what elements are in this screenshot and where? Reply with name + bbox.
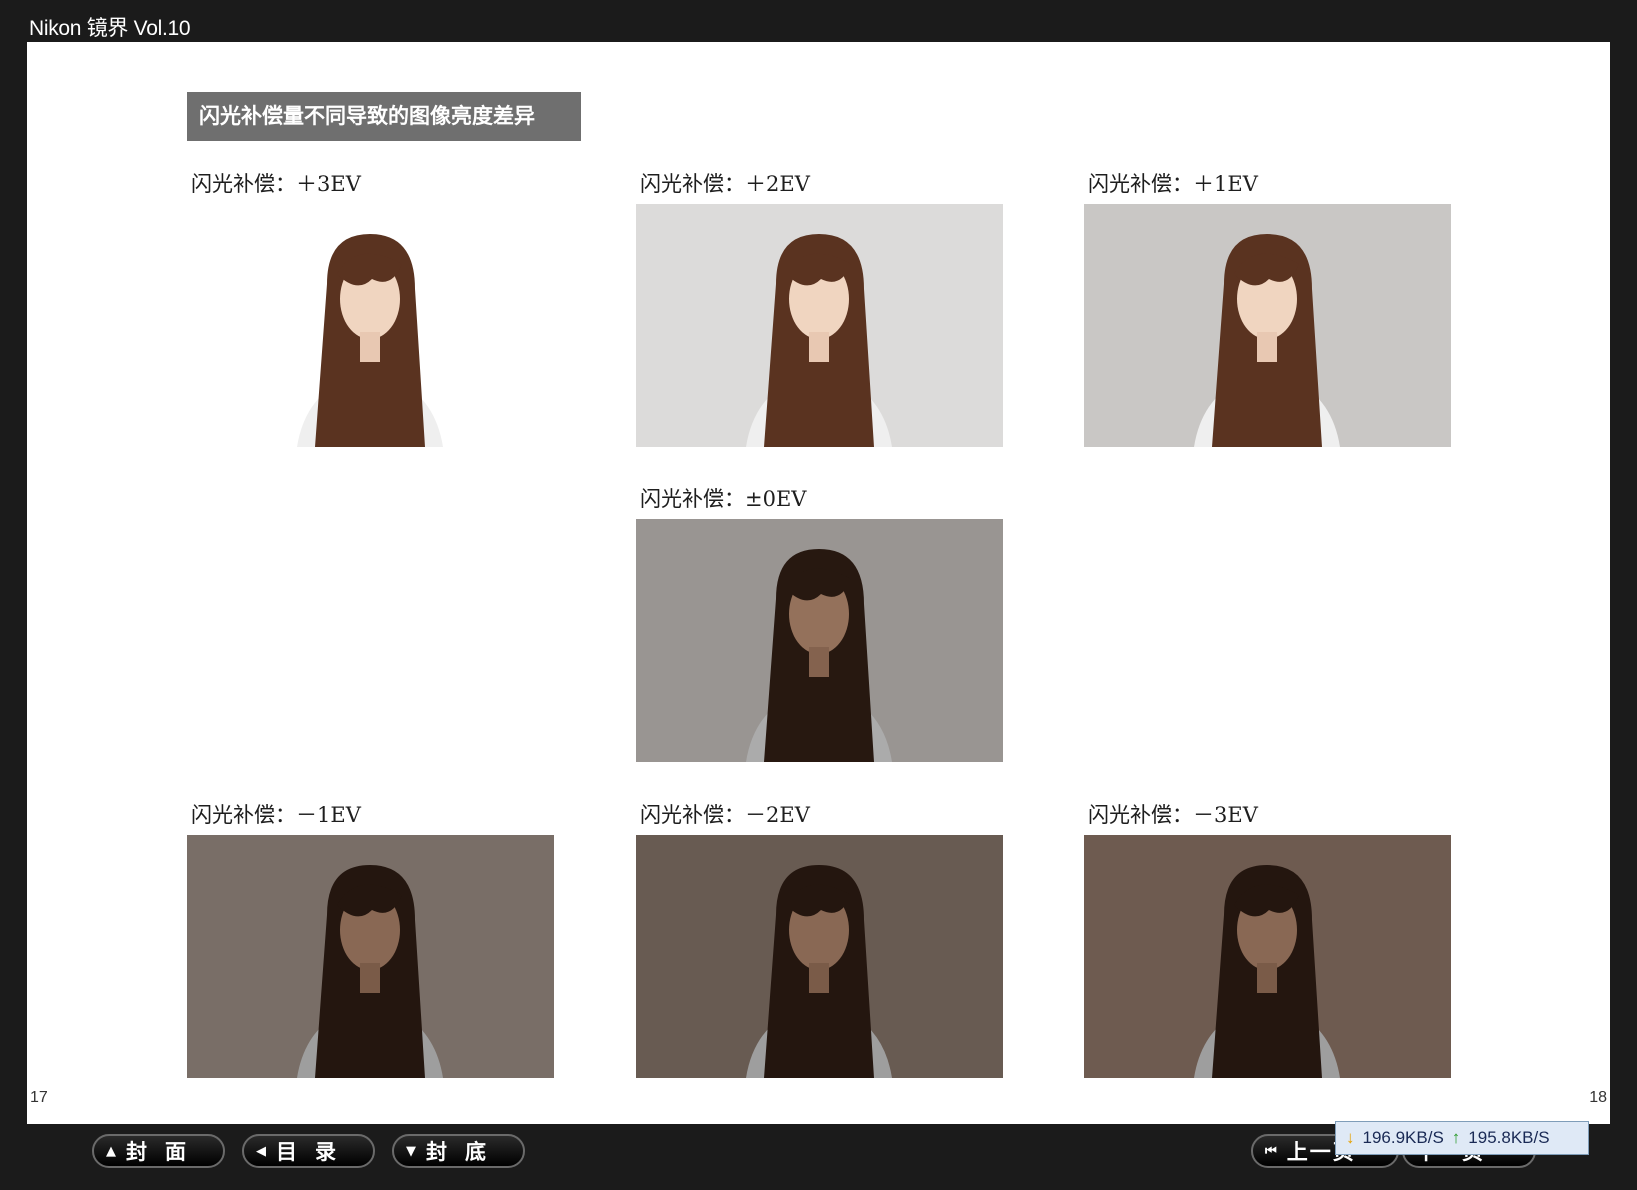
app-title: Nikon 镜界 Vol.10 bbox=[29, 17, 191, 40]
photo-caption: 闪光补偿：±0EV bbox=[640, 487, 807, 511]
toc-button[interactable]: ◀ 目录 bbox=[242, 1134, 375, 1168]
photo-caption: 闪光补偿：＋3EV bbox=[191, 172, 361, 196]
portrait-figure bbox=[1084, 204, 1451, 447]
cover-button[interactable]: ▲ 封面 bbox=[92, 1134, 225, 1168]
portrait-figure bbox=[636, 204, 1003, 447]
toc-button-label: 目录 bbox=[276, 1140, 354, 1164]
photo-caption: 闪光补偿：＋2EV bbox=[640, 172, 810, 196]
photo-caption: 闪光补偿：－3EV bbox=[1088, 803, 1258, 827]
photo-caption: 闪光补偿：－1EV bbox=[191, 803, 361, 827]
photo-caption: 闪光补偿：＋1EV bbox=[1088, 172, 1258, 196]
triangle-left-icon: ◀ bbox=[256, 1143, 266, 1159]
portrait-photo bbox=[1084, 835, 1451, 1078]
back-cover-button[interactable]: ▼ 封底 bbox=[392, 1134, 525, 1168]
portrait-figure bbox=[187, 204, 554, 447]
portrait-photo bbox=[1084, 204, 1451, 447]
triangle-down-icon: ▼ bbox=[406, 1143, 416, 1159]
portrait-figure bbox=[636, 835, 1003, 1078]
skip-back-icon: ⏮ bbox=[1265, 1143, 1277, 1159]
network-speed-widget: ↓ 196.9KB/S ↑ 195.8KB/S bbox=[1335, 1121, 1589, 1155]
section-title: 闪光补偿量不同导致的图像亮度差异 bbox=[187, 92, 581, 141]
cover-button-label: 封面 bbox=[126, 1140, 204, 1164]
back-cover-button-label: 封底 bbox=[426, 1140, 504, 1164]
portrait-photo bbox=[187, 204, 554, 447]
portrait-photo bbox=[187, 835, 554, 1078]
magazine-viewer: Nikon 镜界 Vol.10 闪光补偿量不同导致的图像亮度差异 闪光补偿：＋3… bbox=[0, 0, 1637, 1190]
portrait-figure bbox=[187, 835, 554, 1078]
page-number-right: 18 bbox=[1589, 1089, 1607, 1106]
page-number-left: 17 bbox=[30, 1089, 48, 1106]
portrait-photo bbox=[636, 204, 1003, 447]
photo-caption: 闪光补偿：－2EV bbox=[640, 803, 810, 827]
download-speed: 196.9KB/S bbox=[1362, 1128, 1444, 1147]
portrait-figure bbox=[1084, 835, 1451, 1078]
magazine-spread: 闪光补偿量不同导致的图像亮度差异 闪光补偿：＋3EV 闪光补偿：＋2EV 闪光补… bbox=[27, 42, 1610, 1124]
upload-speed: 195.8KB/S bbox=[1468, 1128, 1550, 1147]
triangle-up-icon: ▲ bbox=[106, 1143, 116, 1159]
portrait-photo bbox=[636, 835, 1003, 1078]
upload-arrow-icon: ↑ bbox=[1451, 1128, 1461, 1147]
portrait-photo bbox=[636, 519, 1003, 762]
download-arrow-icon: ↓ bbox=[1346, 1128, 1355, 1147]
portrait-figure bbox=[636, 519, 1003, 762]
